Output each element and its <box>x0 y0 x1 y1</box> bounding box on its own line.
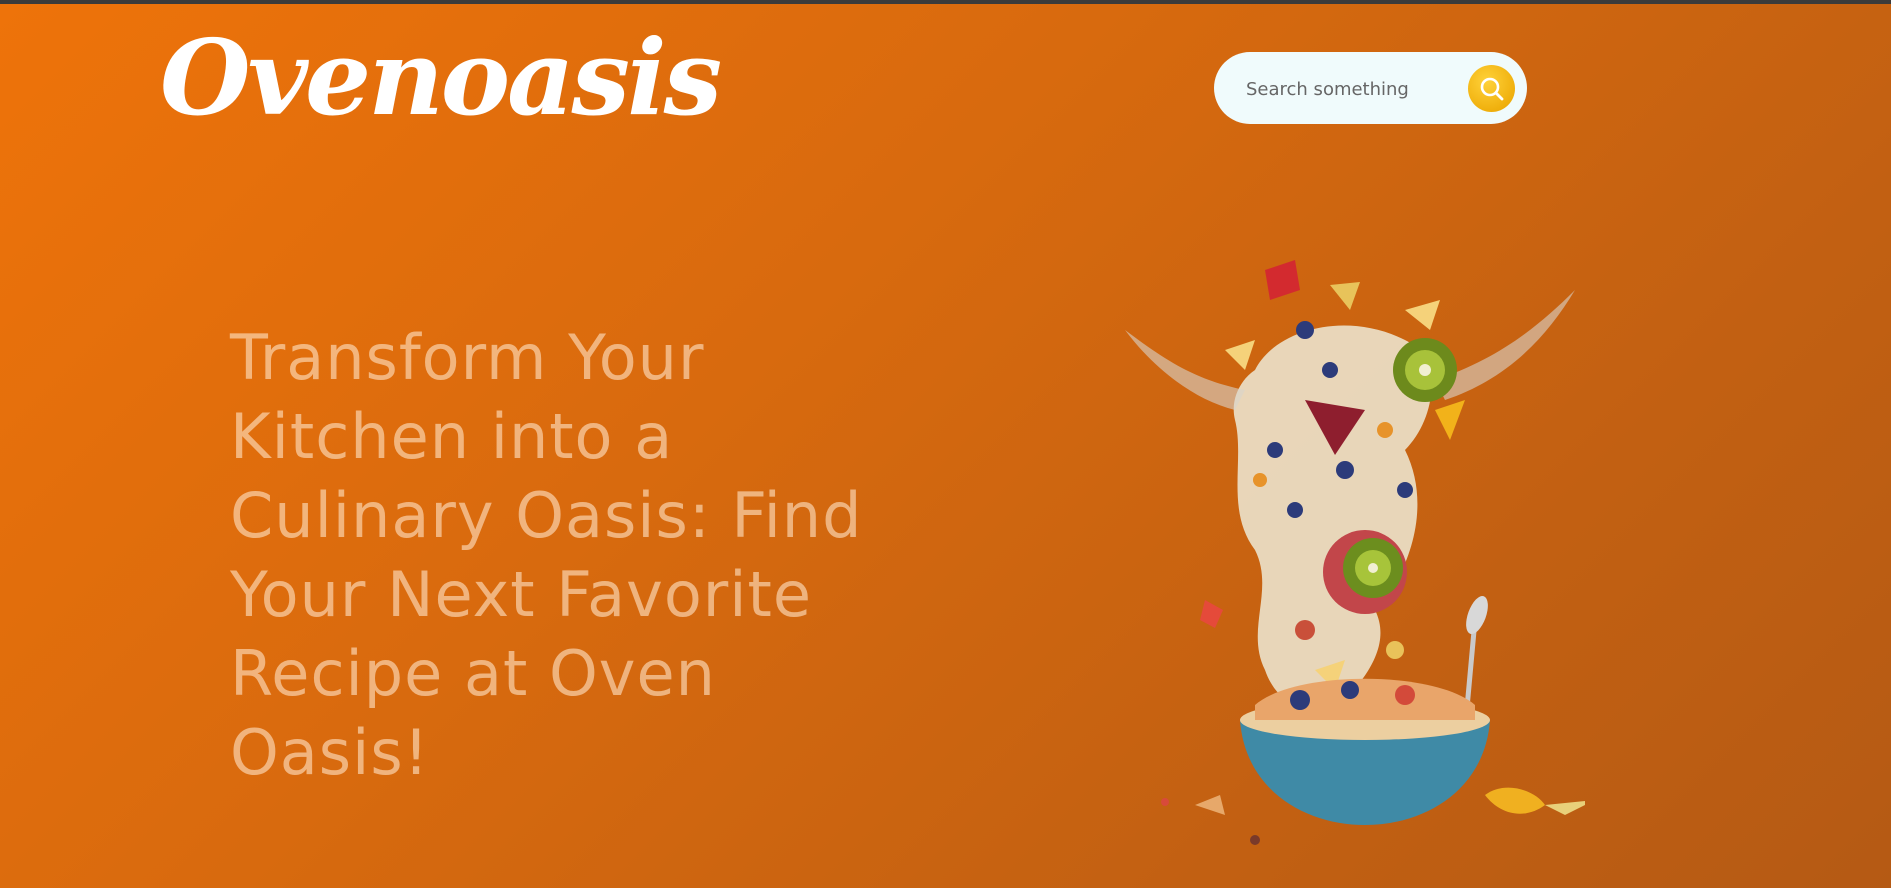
search-input[interactable] <box>1244 70 1448 108</box>
search-icon <box>1480 77 1503 100</box>
top-border <box>0 0 1891 4</box>
fruit-bowl-splash-image <box>1125 260 1585 845</box>
hero-headline: Transform Your Kitchen into a Culinary O… <box>230 321 863 789</box>
logo[interactable]: Ovenoasis <box>160 18 722 138</box>
milk-spray-right <box>1435 290 1575 400</box>
search-bar <box>1214 52 1527 124</box>
search-button[interactable] <box>1468 65 1515 112</box>
milk-spray-left <box>1125 330 1245 410</box>
